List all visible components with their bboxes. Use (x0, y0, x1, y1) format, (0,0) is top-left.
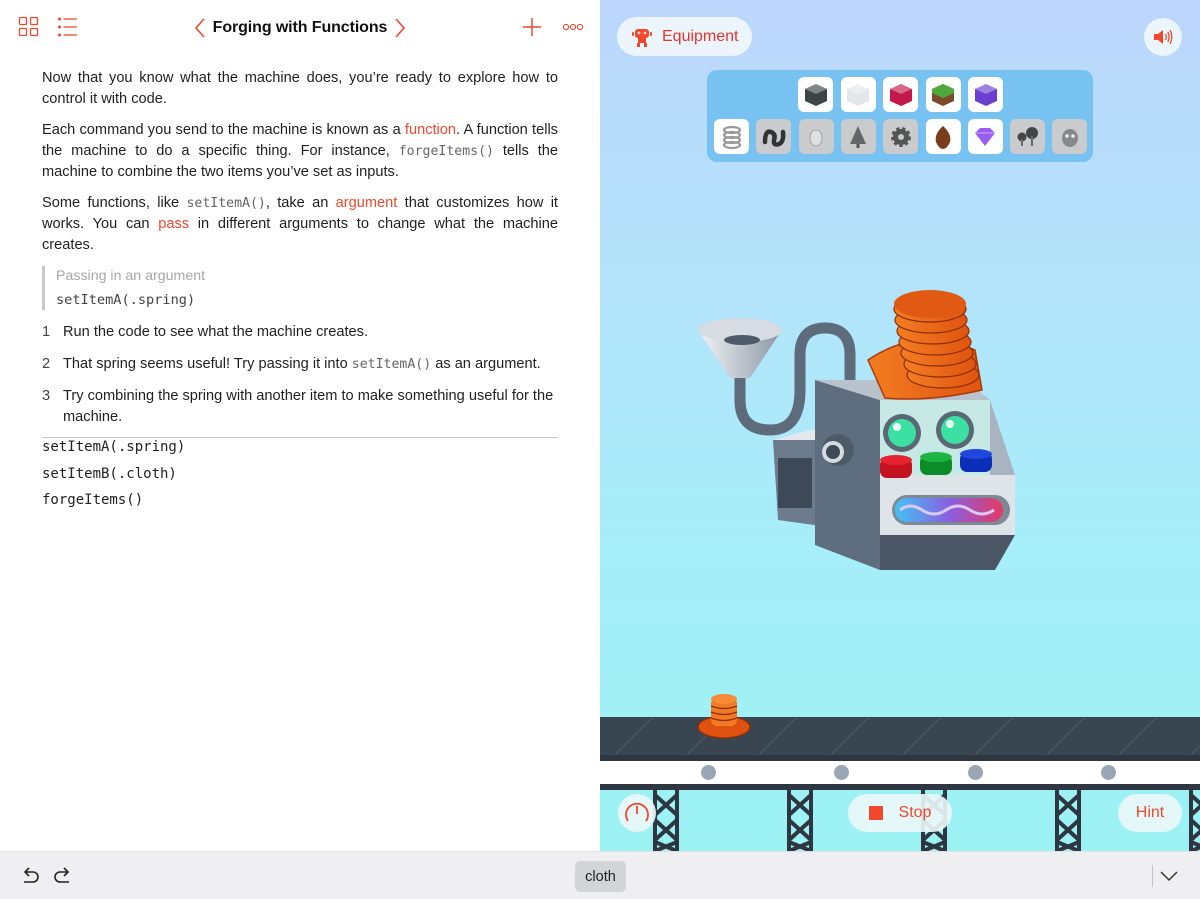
support-truss (1055, 790, 1081, 851)
function-glossary-link[interactable]: function (405, 122, 456, 138)
shortcut-bar: cloth (0, 851, 1200, 899)
cloth-icon (762, 128, 786, 147)
step-item: 1 Run the code to see what the machine c… (42, 322, 558, 343)
rock-creature-icon (1061, 128, 1078, 147)
hint-button[interactable]: Hint (1118, 794, 1182, 832)
rail-bolt (701, 765, 716, 780)
completion-suggestion[interactable]: cloth (575, 861, 626, 892)
hint-label: Hint (1135, 804, 1165, 821)
rail-bolt (968, 765, 983, 780)
step-number: 1 (42, 324, 51, 340)
item-slot-seed[interactable] (925, 119, 961, 154)
argument-glossary-link[interactable]: argument (336, 195, 398, 211)
inline-code: setItemA() (186, 196, 266, 211)
item-slot-crystal-block[interactable] (883, 77, 918, 112)
crystal-block-icon (889, 83, 912, 106)
item-slot-gem[interactable] (967, 119, 1003, 154)
stop-icon (868, 806, 883, 820)
inline-code: forgeItems() (398, 144, 494, 159)
step-text: Run the code to see what the machine cre… (63, 324, 369, 340)
step-number: 3 (42, 388, 51, 404)
code-line[interactable]: setItemB(.cloth) (42, 461, 185, 488)
tree-icon (850, 125, 867, 148)
egg-icon (809, 129, 823, 146)
plus-icon[interactable] (521, 16, 543, 38)
support-truss (787, 790, 813, 851)
mushrooms-icon (1017, 126, 1038, 146)
argument-paragraph: Some functions, like setItemA(), take an… (42, 193, 558, 256)
item-slot-mushrooms[interactable] (1010, 119, 1046, 154)
stop-label: Stop (898, 804, 932, 821)
page-title: Forging with Functions (212, 19, 388, 36)
redo-icon[interactable] (51, 866, 73, 886)
title-container: Forging with Functions (0, 14, 600, 42)
step-text: Try combining the spring with another it… (63, 388, 554, 425)
callout: Passing in an argument setItemA(.spring) (42, 266, 558, 310)
support-truss (1189, 790, 1200, 851)
item-slot-gear[interactable] (883, 119, 919, 154)
live-view: Equipment Stop Hint (600, 0, 1200, 851)
step-text: That spring seems useful! Try passing it… (63, 354, 541, 375)
function-paragraph: Each command you send to the machine is … (42, 120, 558, 183)
spring-icon (722, 125, 741, 149)
stop-button[interactable]: Stop (848, 794, 952, 832)
robot-icon (632, 28, 652, 47)
chevron-right-icon[interactable] (393, 18, 407, 38)
equipment-button[interactable]: Equipment (617, 17, 752, 56)
item-slot-spring[interactable] (714, 119, 749, 154)
text: Some functions, like (42, 195, 187, 211)
code-editor[interactable]: setItemA(.spring) setItemB(.cloth) forge… (42, 434, 185, 514)
forged-hat-item[interactable] (696, 690, 752, 740)
text: Each command you send to the machine is … (42, 122, 405, 138)
rail-bolt (1101, 765, 1116, 780)
ice-block-icon (847, 83, 869, 106)
code-line[interactable]: setItemA(.spring) (42, 434, 185, 461)
item-tray (707, 70, 1093, 162)
separator (1152, 865, 1153, 887)
item-slot-metal-block[interactable] (798, 77, 833, 112)
item-slot-ice-block[interactable] (840, 77, 876, 112)
equipment-label: Equipment (662, 27, 739, 45)
item-slot-grass-block[interactable] (925, 77, 961, 112)
item-slot-magic-block[interactable] (968, 77, 1003, 112)
callout-title: Passing in an argument (56, 268, 206, 284)
sound-button[interactable] (1144, 18, 1182, 56)
inline-code: setItemA() (351, 357, 432, 372)
step-item: 3 Try combining the spring with another … (42, 386, 558, 428)
intro-paragraph: Now that you know what the machine does,… (42, 70, 558, 107)
rail-bolt (834, 765, 849, 780)
item-slot-tree[interactable] (840, 119, 876, 154)
grass-block-icon (932, 83, 954, 106)
navigation-bar: Forging with Functions (0, 0, 600, 56)
step-item: 2 That spring seems useful! Try passing … (42, 354, 558, 375)
support-truss (653, 790, 679, 851)
undo-icon[interactable] (20, 866, 42, 886)
step-number: 2 (42, 356, 51, 372)
callout-code: setItemA(.spring) (56, 292, 196, 308)
seed-icon (935, 125, 951, 149)
guide-pane: Forging with Functions Now that you know… (0, 0, 600, 851)
guide-content: Now that you know what the machine does,… (42, 68, 558, 438)
speedometer-icon (625, 802, 649, 822)
gear-icon (890, 126, 911, 147)
speaker-icon (1154, 29, 1173, 45)
text: That spring seems useful! Try passing it… (63, 356, 352, 372)
item-slot-egg[interactable] (798, 119, 834, 154)
metal-block-icon (804, 83, 827, 106)
text: , take an (265, 195, 336, 211)
task-steps: 1 Run the code to see what the machine c… (42, 322, 558, 428)
rail-bottom (600, 784, 1200, 790)
code-line[interactable]: forgeItems() (42, 487, 185, 514)
text: as an argument. (431, 356, 541, 372)
hide-keyboard-icon[interactable] (1158, 866, 1180, 886)
item-slot-cloth[interactable] (756, 119, 792, 154)
pass-glossary-link[interactable]: pass (158, 216, 189, 232)
gem-icon (975, 127, 996, 146)
magic-block-icon (974, 83, 997, 106)
item-slot-rock-creature[interactable] (1052, 119, 1088, 154)
speed-button[interactable] (618, 794, 656, 832)
more-icon[interactable] (562, 16, 584, 38)
forge-machine-illustration (698, 290, 1015, 570)
